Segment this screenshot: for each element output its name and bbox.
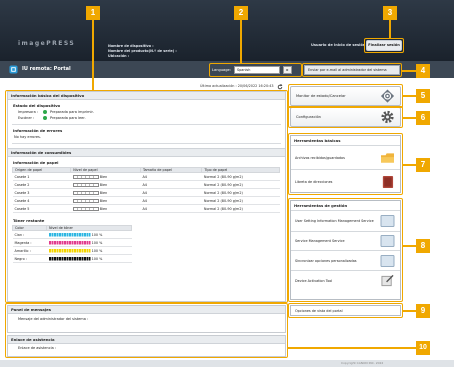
location-label: Ubicación : xyxy=(108,54,130,58)
callout-badge-6: 6 xyxy=(416,111,430,125)
callout-badge-4: 4 xyxy=(416,64,430,78)
callout-line-7 xyxy=(403,164,416,166)
callout-line-1 xyxy=(92,18,94,90)
brand-logo: imagePRESS xyxy=(18,40,76,47)
callout-box-6 xyxy=(288,106,403,128)
callout-badge-5: 5 xyxy=(416,89,430,103)
callout-badge-8: 8 xyxy=(416,239,430,253)
callout-badge-10: 10 xyxy=(416,341,430,355)
callout-box-1 xyxy=(5,90,288,303)
callout-badge-2: 2 xyxy=(234,6,248,20)
page-title: IU remota: Portal xyxy=(22,66,71,72)
callout-badge-9: 9 xyxy=(416,304,430,318)
callout-line-3 xyxy=(389,18,391,38)
callout-box-7 xyxy=(288,133,403,195)
callout-badge-1: 1 xyxy=(86,6,100,20)
callout-box-10 xyxy=(5,303,288,358)
footer-bar xyxy=(0,360,454,367)
callout-badge-7: 7 xyxy=(416,158,430,172)
device-info: Nombre de dispositivo : Nombre del produ… xyxy=(108,44,177,59)
callout-box-9 xyxy=(288,303,403,318)
callout-line-9 xyxy=(403,310,416,312)
callout-line-6 xyxy=(403,117,416,119)
callout-line-10 xyxy=(288,347,416,349)
callout-box-2 xyxy=(209,63,302,77)
callout-box-8 xyxy=(288,198,403,302)
callout-line-5 xyxy=(403,95,416,97)
remote-ui-portal: imagePRESS Nombre de dispositivo : Nombr… xyxy=(0,0,454,367)
last-update-timestamp: Última actualización : 20/06/2022 16:20:… xyxy=(200,84,274,88)
remote-ui-logo-icon xyxy=(9,65,18,74)
callout-line-8 xyxy=(403,245,416,247)
callout-line-4 xyxy=(402,70,416,72)
copyright: Copyright CANON INC. 2022 xyxy=(341,361,384,365)
callout-box-5 xyxy=(288,84,403,108)
callout-box-4 xyxy=(302,63,402,77)
callout-badge-3: 3 xyxy=(383,6,397,20)
callout-line-2 xyxy=(240,18,242,63)
callout-box-3 xyxy=(364,38,404,53)
